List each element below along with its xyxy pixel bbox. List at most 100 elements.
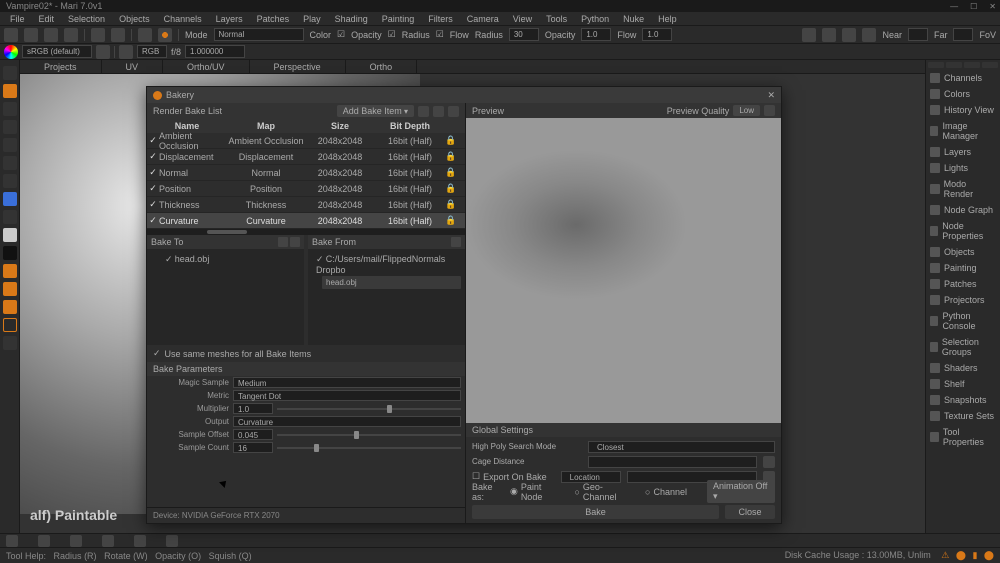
metric-dropdown[interactable]: Tangent Dot	[233, 390, 461, 401]
flow2-input[interactable]: 1.0	[642, 28, 672, 41]
preview-refresh-icon[interactable]	[764, 105, 775, 116]
bg-color-swatch[interactable]	[3, 246, 17, 260]
col-depth[interactable]: Bit Depth	[375, 121, 445, 131]
sample-offset-slider[interactable]	[277, 434, 461, 436]
blur-tool-icon[interactable]	[3, 156, 17, 170]
status-icon-1[interactable]	[6, 535, 18, 547]
panel-history[interactable]: History View	[926, 102, 1000, 118]
animation-dropdown[interactable]: Animation Off ▾	[707, 480, 775, 503]
paint-tool-icon[interactable]	[3, 84, 17, 98]
tab-perspective[interactable]: Perspective	[250, 60, 346, 73]
color-profile-dropdown[interactable]: sRGB (default)	[22, 45, 92, 58]
status-rec-icon[interactable]: ⬤	[984, 550, 994, 560]
mesh-check[interactable]: ✓	[165, 254, 173, 264]
preset-icon[interactable]	[822, 28, 836, 42]
panel-painting[interactable]: Painting	[926, 260, 1000, 276]
target-icon[interactable]	[158, 28, 172, 42]
menu-filters[interactable]: Filters	[422, 14, 459, 24]
table-row[interactable]: ✓NormalNormal2048x204816bit (Half)🔒	[147, 165, 465, 181]
bake-from-browse-icon[interactable]	[451, 237, 461, 247]
panel-tool-props[interactable]: Tool Properties	[926, 424, 1000, 450]
use-same-check[interactable]: ✓	[153, 348, 161, 359]
move-tool-icon[interactable]	[3, 102, 17, 116]
menu-python[interactable]: Python	[575, 14, 615, 24]
table-row[interactable]: ✓ThicknessThickness2048x204816bit (Half)…	[147, 197, 465, 213]
col-map[interactable]: Map	[227, 121, 305, 131]
radius2-input[interactable]: 30	[509, 28, 539, 41]
from-check[interactable]: ✓	[316, 254, 324, 264]
color-wheel-icon[interactable]	[4, 45, 18, 59]
fg-color-swatch[interactable]	[3, 228, 17, 242]
tool-b-icon[interactable]	[3, 282, 17, 296]
panel-objects[interactable]: Objects	[926, 244, 1000, 260]
open-icon[interactable]	[24, 28, 38, 42]
status-icon-5[interactable]	[134, 535, 146, 547]
row-check[interactable]: ✓	[147, 167, 159, 178]
lock-icon[interactable]: 🔒	[445, 215, 457, 226]
archive-icon[interactable]	[64, 28, 78, 42]
tool-d-icon[interactable]	[3, 318, 17, 332]
channel-radio[interactable]: ○	[645, 487, 650, 497]
sample-count-slider[interactable]	[277, 447, 461, 449]
panel-modo[interactable]: Modo Render	[926, 176, 1000, 202]
panel-layers[interactable]: Layers	[926, 144, 1000, 160]
row-check[interactable]: ✓	[147, 151, 159, 162]
table-row[interactable]: ✓Ambient OcclusionAmbient Occlusion2048x…	[147, 133, 465, 149]
bake-to-tree[interactable]: ✓ head.obj	[147, 249, 304, 345]
panel-shelf[interactable]: Shelf	[926, 376, 1000, 392]
tab-uv[interactable]: UV	[102, 60, 164, 73]
flow-check[interactable]: ☑	[436, 29, 444, 40]
cage-input[interactable]	[588, 456, 757, 468]
bake-button[interactable]: Bake	[472, 505, 719, 519]
clone-tool-icon[interactable]	[3, 138, 17, 152]
select-tool-icon[interactable]	[3, 66, 17, 80]
col-name[interactable]: Name	[147, 121, 227, 131]
gradient-tool-icon[interactable]	[3, 210, 17, 224]
menu-nuke[interactable]: Nuke	[617, 14, 650, 24]
status-icon-6[interactable]	[166, 535, 178, 547]
search-mode-dropdown[interactable]: Closest	[588, 441, 775, 453]
table-row[interactable]: ✓PositionPosition2048x204816bit (Half)🔒	[147, 181, 465, 197]
panel-python[interactable]: Python Console	[926, 308, 1000, 334]
panel-colors[interactable]: Colors	[926, 86, 1000, 102]
new-icon[interactable]	[4, 28, 18, 42]
tab-projects[interactable]: Projects	[20, 60, 102, 73]
panel-lights[interactable]: Lights	[926, 160, 1000, 176]
sample-count-input[interactable]: 16	[233, 442, 273, 453]
row-check[interactable]: ✓	[147, 199, 159, 210]
menu-objects[interactable]: Objects	[113, 14, 156, 24]
menu-shading[interactable]: Shading	[329, 14, 374, 24]
menu-camera[interactable]: Camera	[461, 14, 505, 24]
menu-help[interactable]: Help	[652, 14, 683, 24]
status-icon-2[interactable]	[38, 535, 50, 547]
panel-node-graph[interactable]: Node Graph	[926, 202, 1000, 218]
menu-selection[interactable]: Selection	[62, 14, 111, 24]
pencil-tool-icon[interactable]	[3, 174, 17, 188]
row-check[interactable]: ✓	[147, 215, 159, 226]
mode-dropdown[interactable]: Normal	[214, 28, 304, 41]
geo-channel-radio[interactable]: ○	[574, 487, 579, 497]
grid-icon[interactable]	[802, 28, 816, 42]
menu-painting[interactable]: Painting	[376, 14, 421, 24]
row-check[interactable]: ✓	[147, 183, 159, 194]
menu-view[interactable]: View	[507, 14, 538, 24]
preview-quality-dropdown[interactable]: Low	[733, 105, 760, 116]
levels-icon[interactable]	[119, 45, 133, 59]
panel-image-manager[interactable]: Image Manager	[926, 118, 1000, 144]
bake-to-expand-icon[interactable]	[290, 237, 300, 247]
light-icon[interactable]	[842, 28, 856, 42]
panel-snapshots[interactable]: Snapshots	[926, 392, 1000, 408]
menu-channels[interactable]: Channels	[158, 14, 208, 24]
copy-icon[interactable]	[433, 106, 444, 117]
fstop-value[interactable]: 1.000000	[185, 45, 245, 58]
lock-icon[interactable]: 🔒	[445, 135, 457, 146]
palette-icon[interactable]	[138, 28, 152, 42]
panel-channels[interactable]: Channels	[926, 70, 1000, 86]
lock-icon[interactable]: 🔒	[445, 151, 457, 162]
status-info-icon[interactable]: ⬤	[956, 550, 966, 560]
delete-icon[interactable]	[448, 106, 459, 117]
status-flag-icon[interactable]: ▮	[972, 550, 977, 560]
bake-to-config-icon[interactable]	[278, 237, 288, 247]
tab-ortho[interactable]: Ortho	[346, 60, 418, 73]
radius-check[interactable]: ☑	[388, 29, 396, 40]
